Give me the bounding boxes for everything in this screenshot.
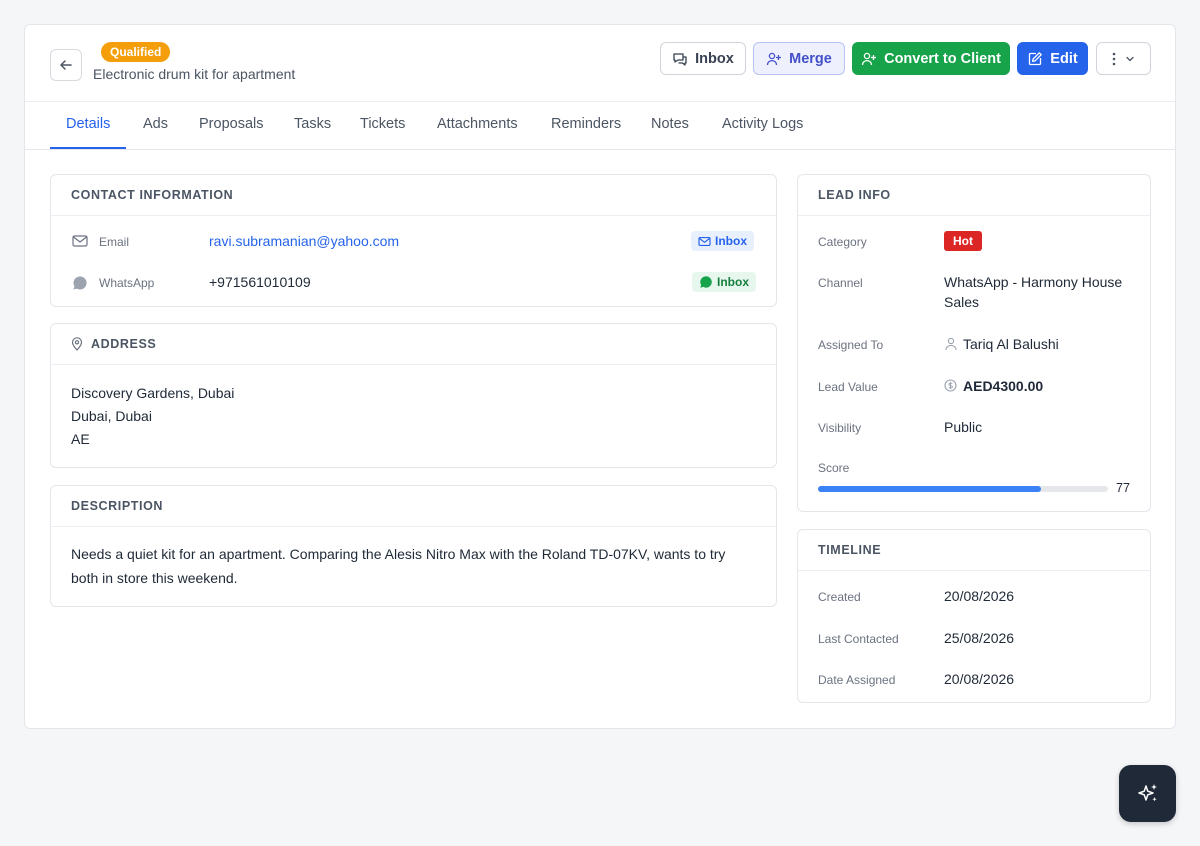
lead-value-amount: AED4300.00	[963, 378, 1044, 394]
score-progress-bar	[818, 486, 1108, 492]
user-icon	[945, 337, 957, 351]
lead-info-title: LEAD INFO	[798, 175, 1150, 216]
lead-value-label: Lead Value	[818, 380, 878, 394]
address-title: ADDRESS	[91, 337, 157, 351]
channel-line-1: WhatsApp - Harmony House	[944, 274, 1123, 290]
tab-activity-logs[interactable]: Activity Logs	[722, 116, 803, 132]
tab-proposals[interactable]: Proposals	[199, 116, 263, 132]
chat-icon	[672, 51, 688, 67]
timeline-title: TIMELINE	[798, 530, 1150, 571]
category-badge: Hot	[944, 231, 982, 251]
address-panel: ADDRESS Discovery Gardens, Dubai Dubai, …	[50, 323, 777, 468]
created-label: Created	[818, 590, 861, 604]
inbox-button[interactable]: Inbox	[660, 42, 746, 75]
tab-attachments[interactable]: Attachments	[437, 116, 518, 132]
tab-ads[interactable]: Ads	[143, 116, 168, 132]
arrow-left-icon	[58, 57, 74, 73]
edit-button[interactable]: Edit	[1017, 42, 1088, 75]
tab-tickets[interactable]: Tickets	[360, 116, 405, 132]
score-label: Score	[818, 461, 850, 475]
address-line-2: Dubai, Dubai	[71, 408, 152, 424]
tab-tasks[interactable]: Tasks	[294, 116, 331, 132]
tab-notes[interactable]: Notes	[651, 116, 689, 132]
description-line-1: Needs a quiet kit for an apartment. Comp…	[71, 546, 726, 562]
tab-reminders[interactable]: Reminders	[551, 116, 621, 132]
sparkles-icon	[1135, 781, 1161, 807]
active-tab-indicator	[50, 147, 126, 149]
convert-to-client-button[interactable]: Convert to Client	[852, 42, 1010, 75]
email-inbox-badge[interactable]: Inbox	[691, 231, 754, 251]
last-contacted-value: 25/08/2026	[944, 630, 1015, 646]
description-title: DESCRIPTION	[51, 486, 776, 527]
visibility-label: Visibility	[818, 421, 862, 435]
whatsapp-inbox-badge[interactable]: Inbox	[692, 272, 756, 292]
convert-button-label: Convert to Client	[884, 50, 1001, 67]
user-plus-icon	[766, 51, 782, 67]
tab-details[interactable]: Details	[66, 116, 110, 132]
user-plus-icon	[861, 51, 877, 67]
mail-icon	[72, 234, 88, 248]
pencil-icon	[1027, 51, 1043, 67]
lead-subtitle: Electronic drum kit for apartment	[93, 66, 296, 82]
whatsapp-icon	[699, 275, 713, 289]
visibility-value: Public	[944, 419, 983, 435]
last-contacted-label: Last Contacted	[818, 632, 899, 646]
date-assigned-value: 20/08/2026	[944, 671, 1015, 687]
map-pin-icon	[71, 337, 83, 351]
contact-information-title: CONTACT INFORMATION	[51, 175, 776, 216]
email-link[interactable]: ravi.subramanian@yahoo.com	[209, 233, 399, 249]
channel-line-2: Sales	[944, 294, 980, 310]
timeline-panel: TIMELINE Created 20/08/2026 Last Contact…	[797, 529, 1151, 703]
more-actions-button[interactable]	[1096, 42, 1151, 75]
merge-button[interactable]: Merge	[753, 42, 845, 75]
address-line-3: AE	[71, 431, 90, 447]
description-line-2: both in store this weekend.	[71, 570, 238, 586]
category-label: Category	[818, 235, 867, 249]
back-button[interactable]	[50, 49, 82, 81]
whatsapp-icon	[72, 275, 88, 291]
score-value: 77	[1116, 481, 1130, 495]
status-badge: Qualified	[101, 42, 171, 62]
score-progress-fill	[818, 486, 1042, 492]
tab-bar: Details Ads Proposals Tasks Tickets Atta…	[25, 102, 1175, 150]
description-panel: DESCRIPTION Needs a quiet kit for an apa…	[50, 485, 777, 607]
whatsapp-inbox-badge-label: Inbox	[717, 275, 749, 289]
email-inbox-badge-label: Inbox	[715, 234, 747, 248]
mail-icon	[698, 236, 711, 247]
merge-button-label: Merge	[789, 50, 832, 67]
chevron-down-icon	[1125, 54, 1135, 64]
whatsapp-label: WhatsApp	[99, 276, 155, 290]
date-assigned-label: Date Assigned	[818, 673, 896, 687]
lead-detail-card: Qualified Electronic drum kit for apartm…	[24, 24, 1176, 729]
whatsapp-number: +971561010109	[209, 274, 311, 290]
ai-assistant-button[interactable]	[1119, 765, 1176, 822]
assigned-to-value: Tariq Al Balushi	[963, 336, 1059, 352]
edit-button-label: Edit	[1050, 50, 1078, 67]
address-header: ADDRESS	[51, 324, 776, 365]
coin-icon	[944, 379, 957, 392]
more-vertical-icon	[1112, 52, 1116, 66]
contact-information-panel: CONTACT INFORMATION Email ravi.subramani…	[50, 174, 777, 307]
created-value: 20/08/2026	[944, 588, 1015, 604]
lead-header: Qualified Electronic drum kit for apartm…	[25, 25, 1175, 102]
inbox-button-label: Inbox	[695, 50, 734, 67]
address-line-1: Discovery Gardens, Dubai	[71, 385, 235, 401]
lead-info-panel: LEAD INFO Category Hot Channel WhatsApp …	[797, 174, 1151, 512]
assigned-to-label: Assigned To	[818, 338, 884, 352]
email-label: Email	[99, 235, 130, 249]
channel-label: Channel	[818, 276, 863, 290]
